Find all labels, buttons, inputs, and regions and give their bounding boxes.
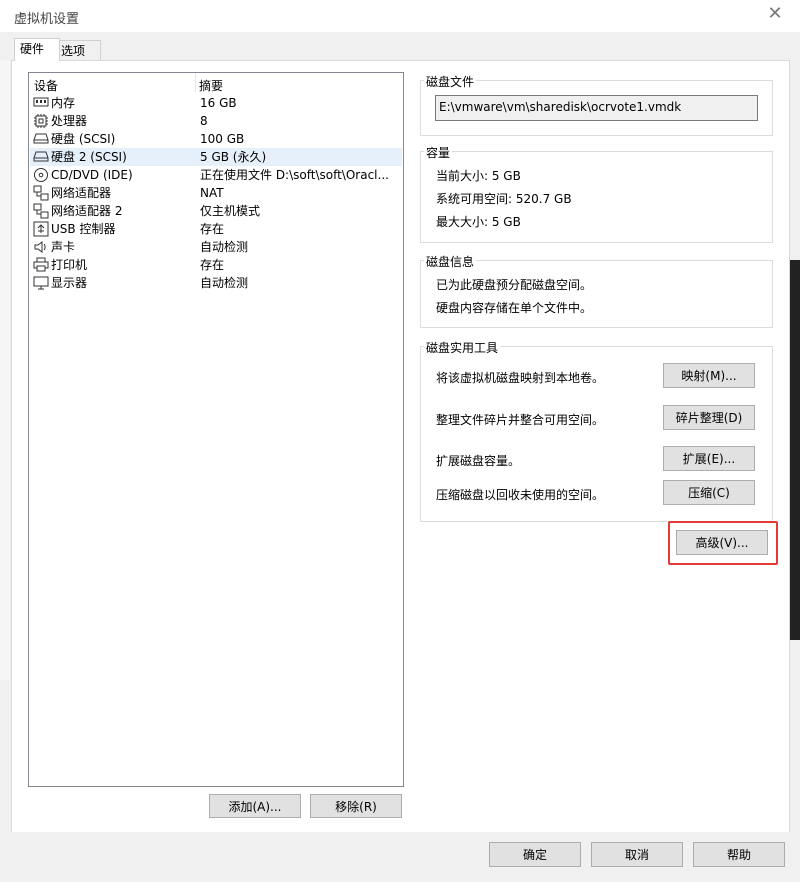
device-name: 打印机 [51,258,88,272]
device-name: 硬盘 2 (SCSI) [51,150,127,164]
device-name: 声卡 [51,240,76,254]
device-summary: 16 GB [200,96,237,110]
cancel-button[interactable]: 取消 [591,842,683,867]
remove-button[interactable]: 移除(R) [310,794,402,818]
device-row-usb-controller[interactable]: USB 控制器 存在 [30,220,402,238]
sound-card-icon [33,239,49,255]
device-summary: 存在 [200,258,225,272]
device-summary: 存在 [200,222,225,236]
device-summary: 仅主机模式 [200,204,261,218]
hard-disk-icon [33,149,49,165]
disk-file-title: 磁盘文件 [424,73,477,90]
device-summary: 自动检测 [200,240,249,254]
window-title: 虚拟机设置 [14,12,80,27]
expand-button[interactable]: 扩展(E)... [663,446,755,471]
device-row-hard-disk[interactable]: 硬盘 (SCSI) 100 GB [30,130,402,148]
device-list[interactable]: 设备 摘要 内存 16 GB 处理器 8 硬盘 (SCSI) 100 GB 硬盘… [28,72,404,787]
advanced-button[interactable]: 高级(V)... [676,530,768,555]
background-window-left [0,60,10,680]
title-bar: 虚拟机设置 ✕ [0,0,800,32]
disk-utilities-title: 磁盘实用工具 [424,339,501,356]
map-description: 将该虚拟机磁盘映射到本地卷。 [436,371,605,385]
device-summary: 100 GB [200,132,245,146]
device-row-display[interactable]: 显示器 自动检测 [30,274,402,292]
device-row-network-adapter-2[interactable]: 网络适配器 2 仅主机模式 [30,202,402,220]
network-adapter-icon [33,203,49,219]
map-button[interactable]: 映射(M)... [663,363,755,388]
disk-info-title: 磁盘信息 [424,253,477,270]
defrag-button[interactable]: 碎片整理(D) [663,405,755,430]
device-summary: 5 GB (永久) [200,150,267,164]
cd-dvd-icon [33,167,49,183]
disk-info-line-2: 硬盘内容存储在单个文件中。 [436,301,593,315]
device-summary: 自动检测 [200,276,249,290]
device-row-hard-disk-2[interactable]: 硬盘 2 (SCSI) 5 GB (永久) [30,148,402,166]
network-adapter-icon [33,185,49,201]
device-summary: 8 [200,114,208,128]
capacity-title: 容量 [424,144,453,161]
device-name: USB 控制器 [51,222,116,236]
defrag-description: 整理文件碎片并整合可用空间。 [436,413,605,427]
compact-description: 压缩磁盘以回收未使用的空间。 [436,488,605,502]
device-row-processor[interactable]: 处理器 8 [30,112,402,130]
printer-icon [33,257,49,273]
device-row-sound-card[interactable]: 声卡 自动检测 [30,238,402,256]
device-name: 处理器 [51,114,88,128]
column-header-device[interactable]: 设备 [34,77,58,93]
disk-file-path-field[interactable]: E:\vmware\vm\sharedisk\ocrvote1.vmdk [435,95,758,121]
device-name: 内存 [51,96,76,110]
device-name: 网络适配器 2 [51,204,123,218]
usb-icon [33,221,49,237]
expand-description: 扩展磁盘容量。 [436,454,521,468]
max-size-text: 最大大小: 5 GB [436,215,521,229]
compact-button[interactable]: 压缩(C) [663,480,755,505]
background-window-right [790,260,800,640]
device-row-printer[interactable]: 打印机 存在 [30,256,402,274]
device-summary: 正在使用文件 D:\soft\soft\Oracl... [200,168,389,182]
disk-info-line-1: 已为此硬盘预分配磁盘空间。 [436,278,593,292]
display-icon [33,275,49,291]
tab-hardware[interactable]: 硬件 [14,38,60,61]
device-summary: NAT [200,186,224,200]
close-icon[interactable]: ✕ [765,4,785,24]
tab-options[interactable]: 选项 [55,40,101,61]
device-row-memory[interactable]: 内存 16 GB [30,94,402,112]
ok-button[interactable]: 确定 [489,842,581,867]
add-button[interactable]: 添加(A)... [209,794,301,818]
device-row-network-adapter[interactable]: 网络适配器 NAT [30,184,402,202]
column-separator[interactable] [195,73,196,92]
current-size-text: 当前大小: 5 GB [436,169,521,183]
disk-info-group [420,260,773,328]
available-space-text: 系统可用空间: 520.7 GB [436,192,572,206]
column-header-summary[interactable]: 摘要 [199,77,223,93]
device-row-cd-dvd[interactable]: CD/DVD (IDE) 正在使用文件 D:\soft\soft\Oracl..… [30,166,402,184]
processor-icon [33,113,49,129]
device-name: 硬盘 (SCSI) [51,132,116,146]
hard-disk-icon [33,131,49,147]
device-name: CD/DVD (IDE) [51,168,133,182]
device-name: 网络适配器 [51,186,112,200]
memory-icon [33,95,49,111]
help-button[interactable]: 帮助 [693,842,785,867]
device-name: 显示器 [51,276,88,290]
disk-file-path: E:\vmware\vm\sharedisk\ocrvote1.vmdk [439,100,682,114]
